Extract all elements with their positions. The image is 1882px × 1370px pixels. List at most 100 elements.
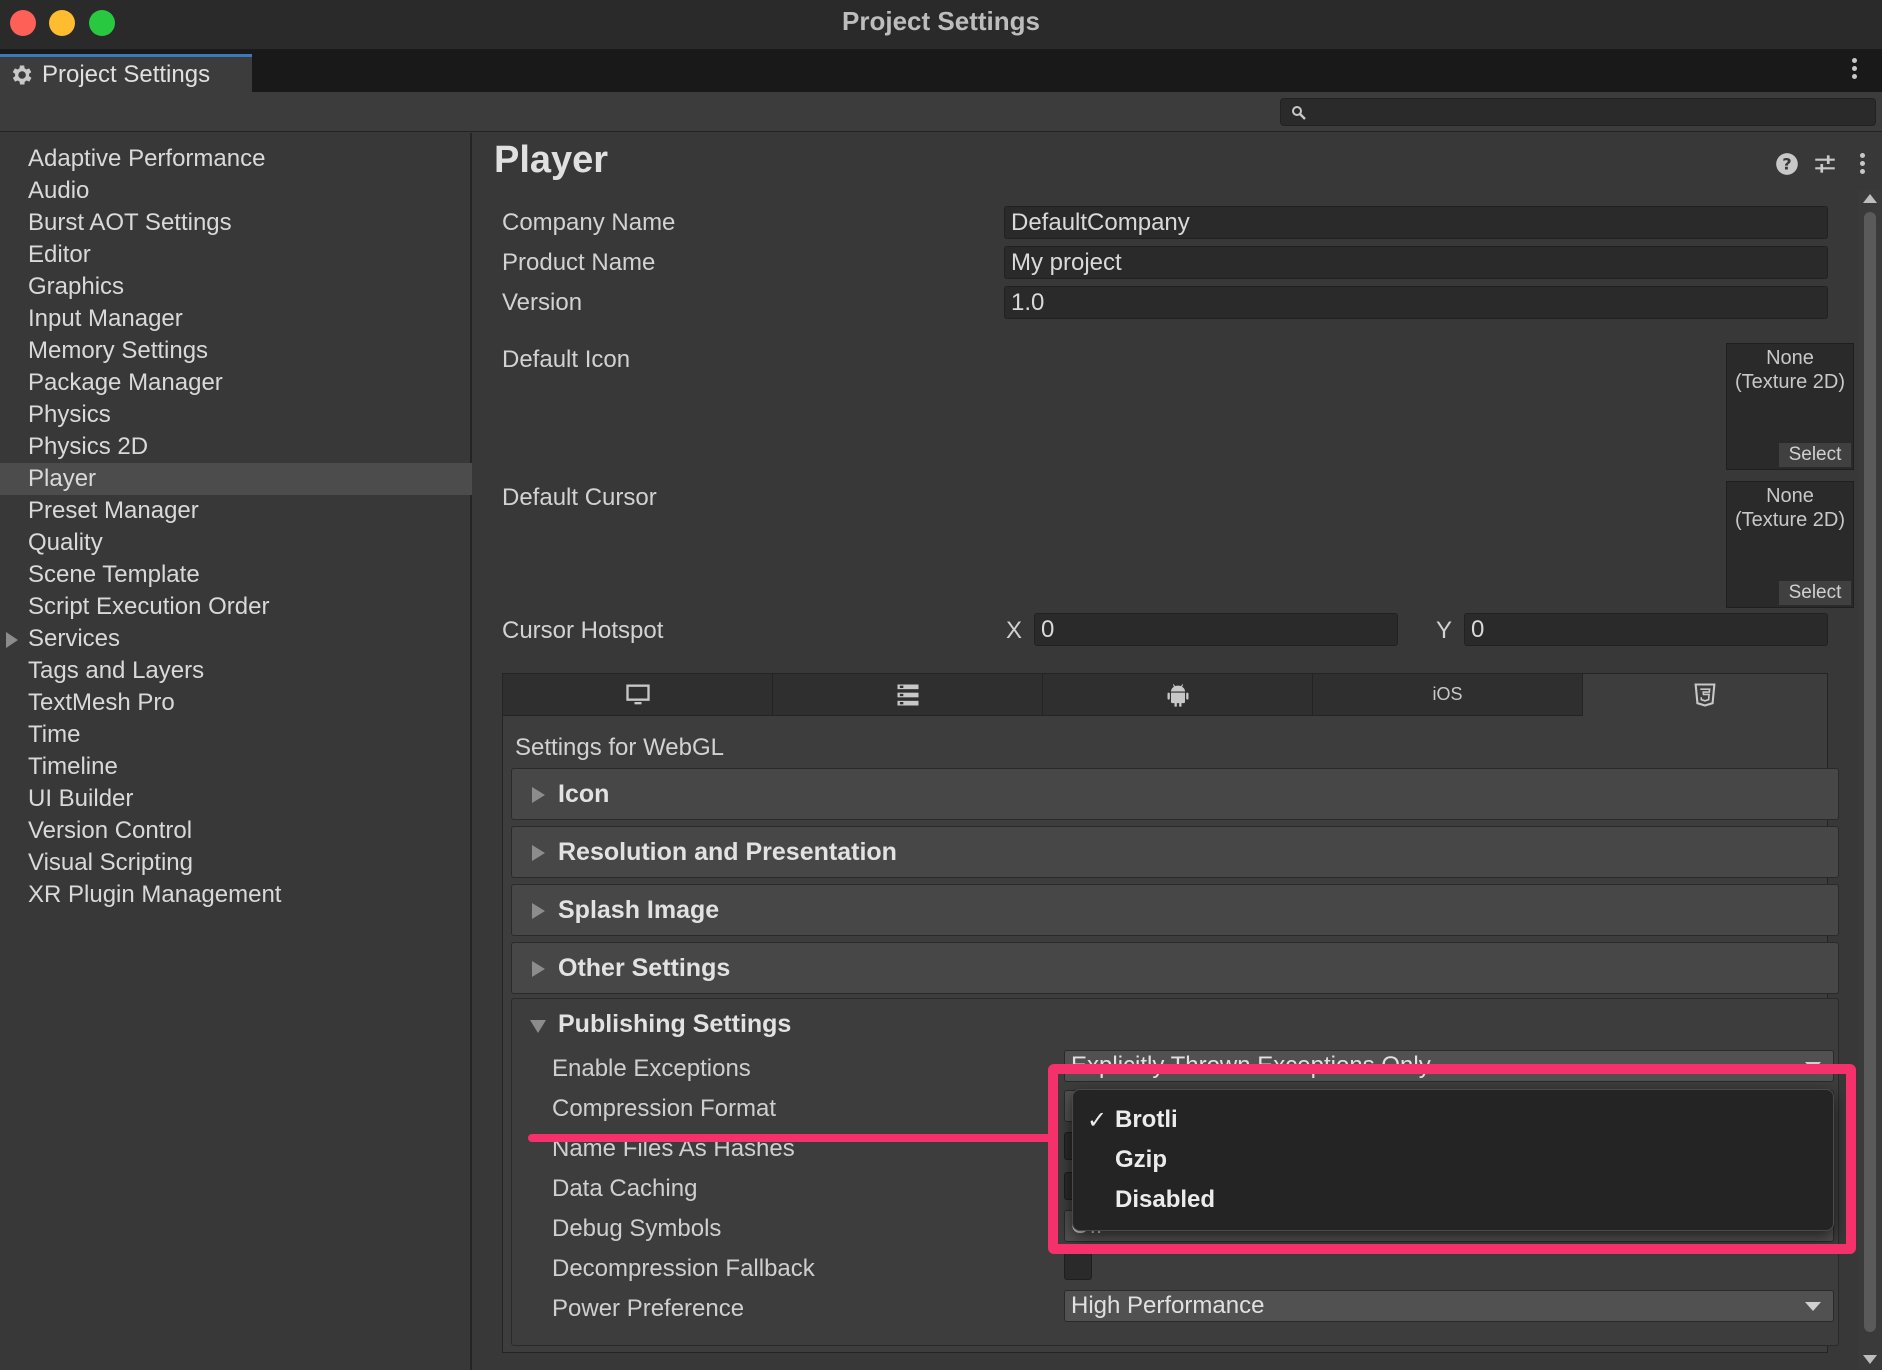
power-preference-value: High Performance (1071, 1292, 1265, 1319)
foldout-other-settings[interactable]: Other Settings (511, 942, 1839, 994)
default-icon-field[interactable]: None (Texture 2D) Select (1726, 343, 1854, 470)
sidebar-item-label: Package Manager (28, 369, 223, 396)
sidebar-item-label: Burst AOT Settings (28, 209, 232, 236)
foldout-icon[interactable]: Icon (511, 768, 1839, 820)
sidebar-item-version-control[interactable]: Version Control (0, 815, 472, 847)
sidebar-item-physics-2d[interactable]: Physics 2D (0, 431, 472, 463)
product-name-field[interactable]: My project (1004, 246, 1828, 279)
sidebar-item-label: Script Execution Order (28, 593, 270, 620)
window-menu-icon[interactable] (1852, 58, 1858, 80)
enable-exceptions-label: Enable Exceptions (552, 1055, 751, 1082)
settings-sidebar: Adaptive Performance Audio Burst AOT Setti… (0, 133, 472, 1370)
sidebar-item-time[interactable]: Time (0, 719, 472, 751)
window-title: Project Settings (842, 6, 1040, 36)
compression-format-label: Compression Format (552, 1095, 777, 1122)
sidebar-item-editor[interactable]: Editor (0, 239, 472, 271)
debug-symbols-label: Debug Symbols (552, 1215, 722, 1242)
sidebar-item-preset-manager[interactable]: Preset Manager (0, 495, 472, 527)
hotspot-y-field[interactable]: 0 (1464, 613, 1828, 646)
foldout-label: Icon (558, 780, 610, 808)
sidebar-item-xr-plugin-management[interactable]: XR Plugin Management (0, 879, 472, 911)
tab-platform-android[interactable] (1043, 674, 1313, 716)
sidebar-item-package-manager[interactable]: Package Manager (0, 367, 472, 399)
default-icon-select-button[interactable]: Select (1779, 443, 1851, 467)
sidebar-item-timeline[interactable]: Timeline (0, 751, 472, 783)
default-cursor-select-button[interactable]: Select (1779, 581, 1851, 605)
sidebar-item-quality[interactable]: Quality (0, 527, 472, 559)
sidebar-item-label: XR Plugin Management (28, 881, 282, 908)
sidebar-item-label: Audio (28, 177, 90, 204)
svg-text:?: ? (1782, 154, 1791, 173)
product-name-label: Product Name (502, 249, 656, 276)
power-preference-label: Power Preference (552, 1295, 745, 1322)
tab-platform-desktop[interactable] (503, 674, 773, 716)
sidebar-item-memory-settings[interactable]: Memory Settings (0, 335, 472, 367)
toolbar (0, 92, 1882, 132)
scroll-down-icon[interactable] (1863, 1355, 1877, 1364)
android-icon (1167, 683, 1188, 707)
platform-tabs: iOS (503, 674, 1827, 716)
tab-platform-server[interactable] (773, 674, 1043, 716)
tab-platform-webgl[interactable] (1583, 674, 1827, 716)
version-field[interactable]: 1.0 (1004, 286, 1828, 319)
more-options-icon[interactable] (1860, 151, 1866, 177)
sidebar-item-scene-template[interactable]: Scene Template (0, 559, 472, 591)
scroll-up-icon[interactable] (1863, 194, 1877, 203)
sidebar-item-script-execution-order[interactable]: Script Execution Order (0, 591, 472, 623)
foldout-splash-image[interactable]: Splash Image (511, 884, 1839, 936)
sidebar-item-visual-scripting[interactable]: Visual Scripting (0, 847, 472, 879)
vertical-scrollbar[interactable] (1858, 190, 1882, 1370)
foldout-resolution-and-presentation[interactable]: Resolution and Presentation (511, 826, 1839, 878)
sidebar-item-services[interactable]: Services (0, 623, 472, 655)
hotspot-x-field[interactable]: 0 (1034, 613, 1398, 646)
sidebar-item-physics[interactable]: Physics (0, 399, 472, 431)
sidebar-item-label: Physics 2D (28, 433, 149, 460)
default-cursor-field[interactable]: None (Texture 2D) Select (1726, 481, 1854, 608)
fold-arrow-down-icon (530, 1020, 546, 1033)
chevron-down-icon (1805, 1302, 1821, 1311)
sidebar-item-label: Visual Scripting (28, 849, 193, 876)
version-label: Version (502, 289, 583, 316)
sidebar-item-audio[interactable]: Audio (0, 175, 472, 207)
tab-platform-ios[interactable]: iOS (1313, 674, 1583, 716)
foldout-publishing-settings[interactable]: Publishing Settings (512, 999, 1838, 1051)
power-preference-dropdown[interactable]: High Performance (1064, 1290, 1834, 1322)
help-icon[interactable]: ? (1774, 151, 1800, 177)
scrollbar-thumb[interactable] (1864, 212, 1876, 1332)
data-caching-label: Data Caching (552, 1175, 698, 1202)
annotation-connector-line (528, 1134, 1058, 1142)
sidebar-item-label: Services (28, 625, 121, 652)
foldout-label: Other Settings (558, 954, 731, 982)
page-title: Player (494, 139, 609, 181)
search-icon (1292, 106, 1306, 120)
preset-settings-icon[interactable] (1812, 151, 1838, 177)
sidebar-item-label: Scene Template (28, 561, 200, 588)
sidebar-item-adaptive-performance[interactable]: Adaptive Performance (0, 143, 472, 175)
sidebar-item-label: Quality (28, 529, 103, 556)
sidebar-item-graphics[interactable]: Graphics (0, 271, 472, 303)
search-input[interactable] (1280, 98, 1876, 126)
default-icon-value: None (Texture 2D) (1734, 347, 1846, 393)
fold-arrow-icon (532, 787, 545, 803)
sidebar-item-label: Timeline (28, 753, 118, 780)
decompression-fallback-checkbox[interactable] (1064, 1252, 1092, 1280)
company-name-field[interactable]: DefaultCompany (1004, 206, 1828, 239)
title-bar: Project Settings (0, 0, 1882, 50)
sidebar-item-player[interactable]: Player (0, 463, 472, 495)
sidebar-item-label: Memory Settings (28, 337, 209, 364)
sidebar-item-burst-aot-settings[interactable]: Burst AOT Settings (0, 207, 472, 239)
html5-icon (1694, 683, 1716, 707)
sidebar-item-tags-and-layers[interactable]: Tags and Layers (0, 655, 472, 687)
sidebar-item-input-manager[interactable]: Input Manager (0, 303, 472, 335)
sidebar-item-ui-builder[interactable]: UI Builder (0, 783, 472, 815)
sidebar-item-textmesh-pro[interactable]: TextMesh Pro (0, 687, 472, 719)
ios-tab-label: iOS (1432, 684, 1463, 704)
desktop-icon (625, 684, 650, 704)
annotation-highlight-box (1048, 1064, 1856, 1254)
company-name-label: Company Name (502, 209, 676, 236)
sidebar-item-label: Editor (28, 241, 91, 268)
expand-arrow-icon[interactable] (6, 632, 18, 648)
settings-for-webgl-label: Settings for WebGL (515, 734, 724, 761)
tab-project-settings[interactable]: Project Settings (0, 54, 252, 92)
sidebar-item-label: Graphics (28, 273, 125, 300)
